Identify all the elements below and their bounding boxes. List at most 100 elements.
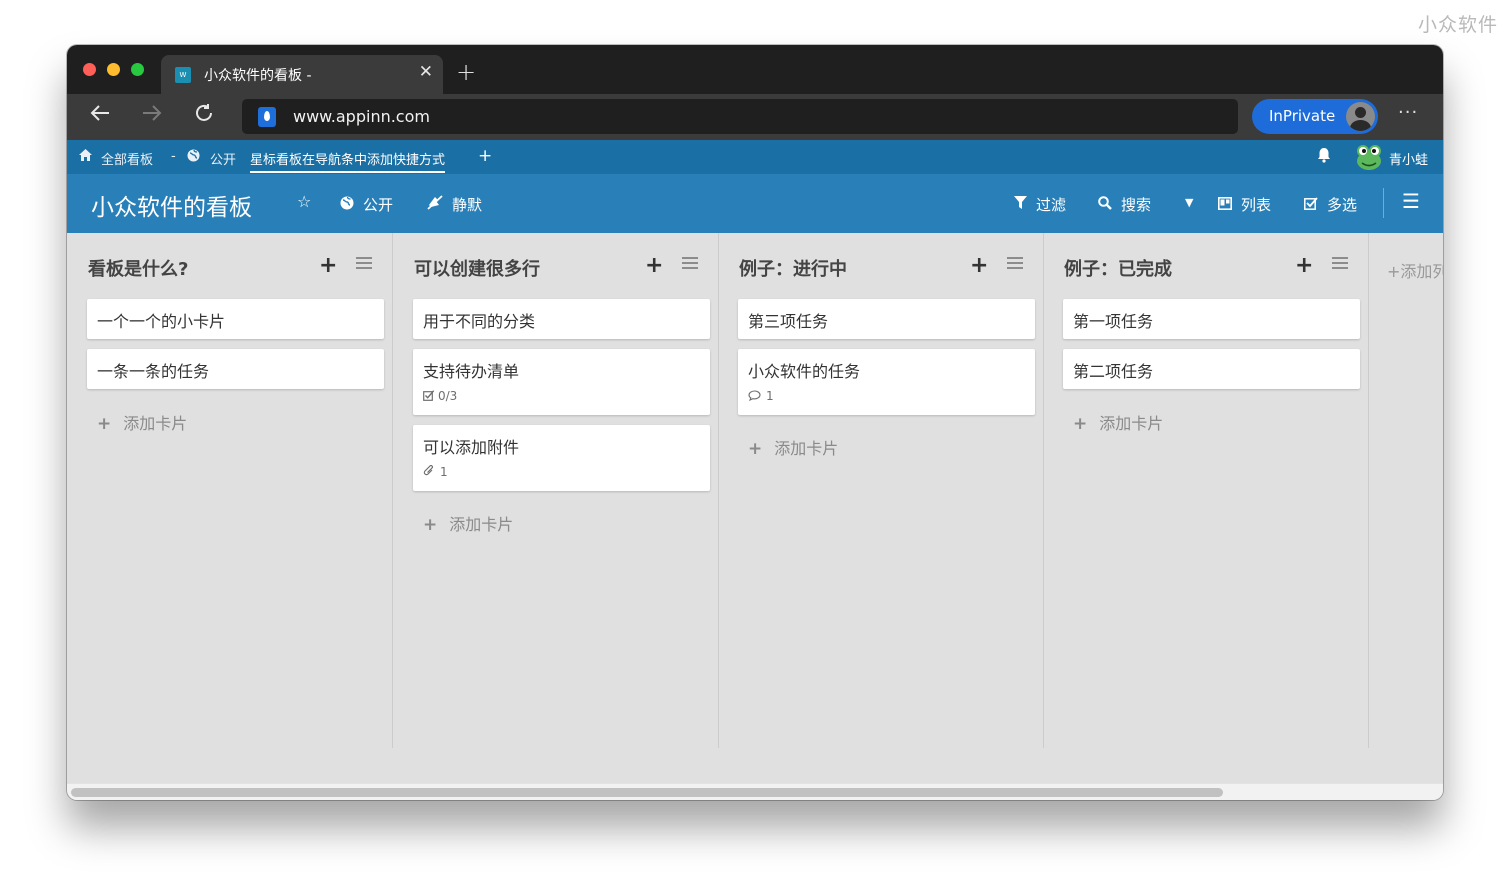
list-menu-icon[interactable] (682, 257, 698, 271)
favicon-icon: W (175, 67, 191, 83)
star-icon[interactable]: ☆ (297, 192, 311, 211)
list-menu-icon[interactable] (1007, 257, 1023, 271)
user-avatar-frog-icon[interactable] (1355, 143, 1383, 171)
comment-count: 1 (766, 389, 774, 403)
card[interactable]: 第二项任务 (1063, 349, 1360, 389)
filter-button[interactable]: 过滤 (1014, 194, 1066, 215)
list-column: 例子：进行中 + 第三项任务 小众软件的任务 1 + 添加卡片 (718, 233, 1044, 748)
plus-icon: + (1073, 414, 1088, 434)
tab-title: 小众软件的看板 - (204, 68, 312, 84)
all-boards-link[interactable]: 全部看板 (101, 149, 153, 168)
back-arrow-icon[interactable] (89, 102, 111, 130)
list-column: 例子：已完成 + 第一项任务 第二项任务 + 添加卡片 (1043, 233, 1369, 748)
add-card-top-icon[interactable]: + (1295, 255, 1313, 277)
public-boards-link[interactable]: 公开 (210, 149, 236, 168)
plus-icon: + (748, 439, 763, 459)
browser-tab-active[interactable]: W 小众软件的看板 - ✕ (161, 55, 443, 94)
add-card-label: 添加卡片 (123, 414, 188, 433)
list-title[interactable]: 例子：已完成 (1064, 255, 1172, 281)
hamburger-menu-icon[interactable]: ☰ (1402, 189, 1420, 213)
list-view-label: 列表 (1241, 196, 1272, 214)
list-title[interactable]: 看板是什么? (88, 255, 188, 281)
card-title: 一个一个的小卡片 (97, 312, 226, 331)
columns-icon (1218, 196, 1232, 214)
attachment-count: 1 (440, 465, 448, 479)
username[interactable]: 青小蛙 (1389, 149, 1428, 168)
card[interactable]: 支持待办清单 0/3 (413, 349, 710, 415)
card-title: 用于不同的分类 (423, 312, 536, 331)
forward-arrow-icon[interactable] (141, 102, 163, 130)
checklist-icon (423, 390, 435, 401)
add-card-top-icon[interactable]: + (645, 255, 663, 277)
list-title[interactable]: 例子：进行中 (739, 255, 847, 281)
card[interactable]: 第三项任务 (738, 299, 1035, 339)
search-icon (1098, 196, 1112, 214)
checkbox-icon (1304, 196, 1318, 214)
list-column: 看板是什么? + 一个一个的小卡片 一条一条的任务 + 添加卡片 (67, 233, 393, 748)
public-label: 公开 (363, 196, 394, 214)
search-button[interactable]: 搜索 (1098, 194, 1151, 215)
add-list-button[interactable]: +添加列表 (1387, 258, 1443, 282)
list-menu-icon[interactable] (1332, 257, 1348, 271)
header-divider (1383, 188, 1384, 218)
list-column: 可以创建很多行 + 用于不同的分类 支持待办清单 0/3 可以添加附件 1 + 添… (393, 233, 719, 748)
site-logo-icon (258, 107, 276, 127)
add-card-button[interactable]: + 添加卡片 (97, 410, 187, 434)
zoom-window-button[interactable] (131, 63, 144, 76)
comment-icon (748, 390, 761, 402)
bell-icon[interactable] (1317, 148, 1331, 163)
tab-close-icon[interactable]: ✕ (419, 62, 433, 82)
globe-icon (340, 196, 354, 214)
multi-select-button[interactable]: 多选 (1304, 194, 1357, 215)
home-icon[interactable] (79, 149, 92, 165)
plus-icon: + (1387, 262, 1401, 281)
add-board-button[interactable]: + (478, 146, 492, 166)
card-title: 第二项任务 (1073, 362, 1154, 381)
card[interactable]: 一个一个的小卡片 (87, 299, 384, 339)
card-title: 第一项任务 (1073, 312, 1154, 331)
plus-icon: + (423, 515, 438, 535)
mute-button[interactable]: 静默 (427, 194, 482, 215)
card[interactable]: 用于不同的分类 (413, 299, 710, 339)
new-tab-button[interactable]: + (456, 60, 476, 84)
add-card-top-icon[interactable]: + (319, 255, 337, 277)
board-breadcrumb: 全部看板 - 公开 星标看板在导航条中添加快捷方式 + 青小蛙 (67, 140, 1443, 174)
add-card-label: 添加卡片 (774, 439, 839, 458)
chevron-down-icon[interactable]: ▼ (1185, 196, 1193, 209)
visibility-public-button[interactable]: 公开 (340, 194, 393, 215)
plus-icon: + (97, 414, 112, 434)
list-title[interactable]: 可以创建很多行 (414, 255, 540, 281)
card[interactable]: 小众软件的任务 1 (738, 349, 1035, 415)
starred-boards-hint[interactable]: 星标看板在导航条中添加快捷方式 (250, 149, 446, 173)
add-card-button[interactable]: + 添加卡片 (1073, 410, 1163, 434)
close-window-button[interactable] (83, 63, 96, 76)
reload-icon[interactable] (193, 102, 215, 130)
card[interactable]: 可以添加附件 1 (413, 425, 710, 491)
tab-bar: W 小众软件的看板 - ✕ + (67, 45, 1443, 94)
attachment-badge: 1 (423, 465, 448, 479)
add-card-button[interactable]: + 添加卡片 (423, 511, 513, 535)
profile-avatar-icon (1346, 102, 1375, 131)
card[interactable]: 第一项任务 (1063, 299, 1360, 339)
card[interactable]: 一条一条的任务 (87, 349, 384, 389)
mute-icon (427, 195, 443, 214)
minimize-window-button[interactable] (107, 63, 120, 76)
add-card-button[interactable]: + 添加卡片 (748, 435, 838, 459)
list-menu-icon[interactable] (356, 257, 372, 271)
more-options-icon[interactable]: ··· (1398, 102, 1418, 123)
card-title: 支持待办清单 (423, 362, 520, 381)
inprivate-button[interactable]: InPrivate (1252, 99, 1378, 134)
board-title[interactable]: 小众软件的看板 (91, 188, 252, 222)
horizontal-scrollbar[interactable] (67, 783, 1443, 800)
checklist-badge: 0/3 (423, 389, 457, 403)
filter-icon (1014, 196, 1027, 214)
scrollbar-thumb[interactable] (71, 788, 1223, 797)
address-bar[interactable]: www.appinn.com (242, 99, 1238, 134)
globe-icon (187, 149, 200, 166)
list-view-button[interactable]: 列表 (1218, 194, 1271, 215)
add-card-top-icon[interactable]: + (970, 255, 988, 277)
mute-label: 静默 (452, 196, 483, 214)
board-canvas: 看板是什么? + 一个一个的小卡片 一条一条的任务 + 添加卡片 可以创建很多行 … (67, 233, 1443, 783)
paperclip-icon (423, 465, 433, 476)
card-title: 第三项任务 (748, 312, 829, 331)
